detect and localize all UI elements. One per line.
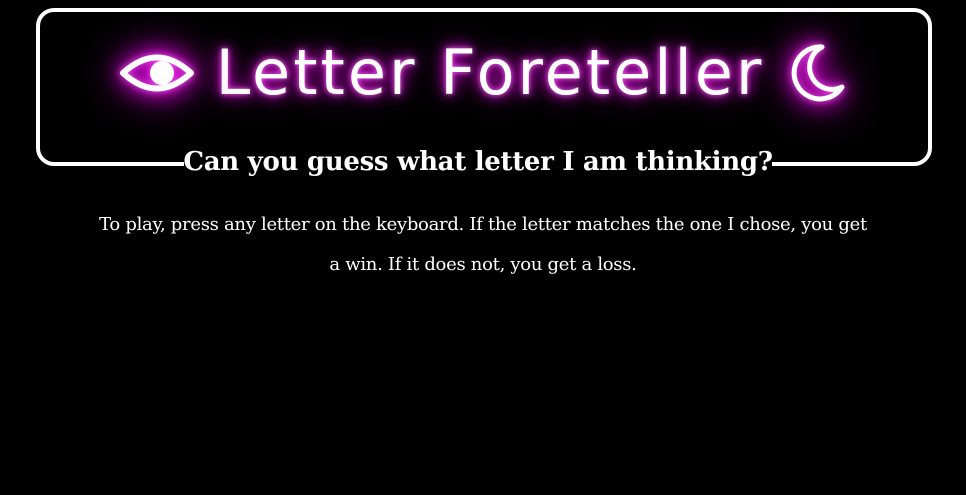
title-banner: Letter Foreteller (0, 42, 966, 104)
game-instructions: To play, press any letter on the keyboar… (99, 214, 867, 275)
subtitle-container: Can you guess what letter I am thinking? (183, 140, 773, 184)
eye-icon (119, 48, 194, 98)
crescent-moon-icon (786, 43, 846, 103)
page-title: Letter Foreteller (215, 36, 765, 109)
subtitle: Can you guess what letter I am thinking? (183, 147, 773, 177)
